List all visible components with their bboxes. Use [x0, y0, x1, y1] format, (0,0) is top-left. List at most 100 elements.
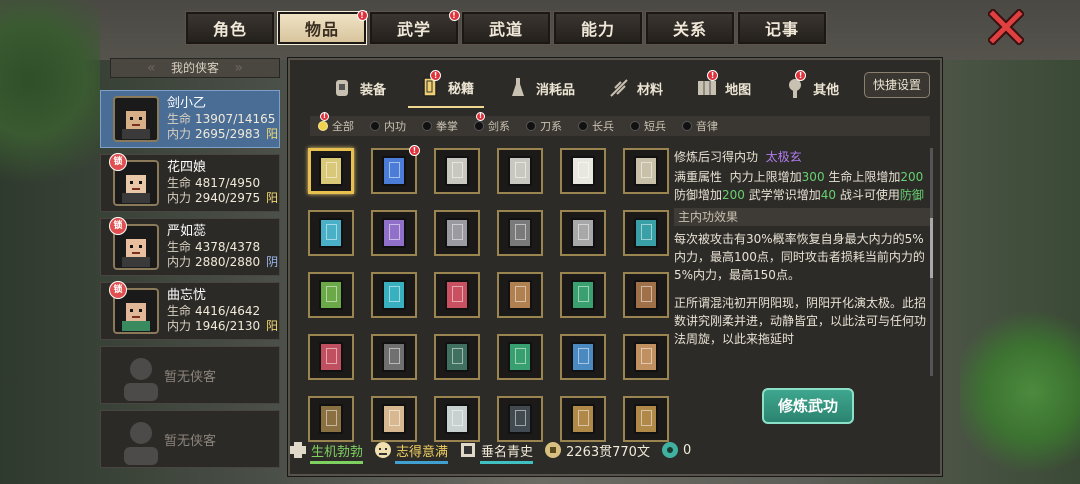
item-slot[interactable]	[560, 148, 606, 194]
category-tab-label: 地图	[725, 82, 752, 98]
filter-3[interactable]: 剑系!	[474, 112, 510, 134]
hero-info: 严如蕊 生命 4378/4378 内力 2880/2880 阴	[167, 224, 278, 270]
attribute-part: 生命上限增加	[824, 170, 901, 184]
book-icon	[508, 280, 532, 310]
item-slot[interactable]	[308, 272, 354, 318]
item-slot[interactable]	[371, 334, 417, 380]
category-tab-label: 材料	[637, 82, 664, 98]
item-slot[interactable]	[434, 148, 480, 194]
hero-card[interactable]: 锁 曲忘忧 生命 4416/4642 内力 1946/2130 阳	[100, 281, 280, 340]
top-tab-6[interactable]: 记事	[737, 11, 827, 45]
close-button[interactable]	[986, 8, 1026, 46]
item-slot[interactable]	[434, 210, 480, 256]
book-icon	[634, 280, 658, 310]
top-tab-5[interactable]: 关系	[645, 11, 735, 45]
category-tab-5[interactable]: 其他!	[773, 68, 849, 108]
category-tab-label: 秘籍	[448, 81, 475, 97]
notification-badge: !	[476, 112, 485, 121]
item-slot[interactable]: !	[371, 145, 420, 194]
mp-line: 内力 2880/2880 阴	[167, 255, 278, 270]
top-tab-0[interactable]: 角色	[185, 11, 275, 45]
detail-scrollbar[interactable]	[930, 148, 933, 376]
item-slot[interactable]	[434, 272, 480, 318]
hp-label: 生命	[167, 176, 192, 190]
item-slot[interactable]	[497, 334, 543, 380]
item-slot[interactable]	[497, 210, 543, 256]
book-icon	[319, 342, 343, 372]
yin-yang-attr: 阳	[266, 127, 279, 141]
book-icon	[634, 156, 658, 186]
attribute-line: 满重属性 内力上限增加300 生命上限增加200 防御增加200 武学常识增加4…	[674, 168, 930, 204]
filter-6[interactable]: 短兵	[630, 118, 666, 134]
top-tab-bar: 角色 物品! 武学! 武道 能力 关系 记事	[185, 10, 827, 45]
item-slot[interactable]	[560, 210, 606, 256]
filter-4[interactable]: 刀系	[526, 118, 562, 134]
hero-card[interactable]: 锁 严如蕊 生命 4378/4378 内力 2880/2880 阴	[100, 217, 280, 276]
item-slot[interactable]	[497, 272, 543, 318]
mp-label: 内力	[167, 127, 192, 141]
coin-icon	[545, 442, 562, 458]
hero-name: 曲忘忧	[167, 288, 207, 303]
filter-1[interactable]: 内功	[370, 118, 406, 134]
item-slot[interactable]	[371, 210, 417, 256]
attr-label: 满重属性	[674, 170, 723, 184]
empty-hero-slot[interactable]: 暂无侠客	[100, 410, 280, 468]
quick-settings-button[interactable]: 快捷设置	[864, 72, 930, 98]
book-icon	[445, 404, 469, 434]
top-tab-label: 关系	[672, 20, 707, 39]
effect-section-title: 主内功效果	[674, 208, 930, 226]
hp-label: 生命	[167, 304, 192, 318]
filter-5[interactable]: 长兵	[578, 118, 614, 134]
notification-badge: !	[320, 112, 329, 121]
item-slot[interactable]	[371, 272, 417, 318]
category-tab-bar: 装备 秘籍! 消耗品 材料 地图! 其他!	[320, 68, 861, 108]
top-tab-3[interactable]: 武道	[461, 11, 551, 45]
item-slot[interactable]	[623, 210, 669, 256]
book-icon	[571, 404, 595, 434]
status-meter	[480, 461, 534, 464]
radio-indicator	[474, 121, 484, 131]
filter-bar: 全部! 内功 拳掌 剑系! 刀系 长兵 短兵 音律	[310, 112, 930, 136]
notification-badge: !	[795, 70, 807, 81]
item-slot[interactable]	[308, 148, 354, 194]
category-tab-2[interactable]: 消耗品	[496, 68, 585, 108]
hp-line: 生命 4378/4378	[167, 240, 278, 255]
item-slot[interactable]	[623, 272, 669, 318]
book-icon	[382, 156, 406, 186]
status-item: 2263贯770文	[543, 440, 650, 460]
hero-card[interactable]: 锁 花四娘 生命 4817/4950 内力 2940/2975 阳	[100, 153, 280, 212]
hero-card[interactable]: 剑小乙 生命 13907/14165 内力 2695/2983 阳	[100, 90, 280, 148]
jade-icon	[661, 442, 678, 458]
item-slot[interactable]	[497, 148, 543, 194]
hp-value: 13907/14165	[195, 112, 276, 126]
attribute-part: 防御	[899, 188, 924, 202]
book-icon	[319, 218, 343, 248]
item-slot[interactable]	[623, 148, 669, 194]
item-slot[interactable]	[308, 334, 354, 380]
notification-badge: !	[449, 10, 460, 21]
filter-0[interactable]: 全部!	[318, 112, 354, 134]
train-skill-button[interactable]: 修炼武功	[762, 388, 854, 424]
item-slot[interactable]	[308, 210, 354, 256]
top-tab-2[interactable]: 武学!	[369, 10, 460, 45]
category-tab-3[interactable]: 材料	[597, 68, 673, 108]
item-slot[interactable]	[560, 272, 606, 318]
item-slot[interactable]	[434, 334, 480, 380]
category-tab-1[interactable]: 秘籍!	[408, 68, 485, 108]
book-icon	[319, 280, 343, 310]
filter-2[interactable]: 拳掌	[422, 118, 458, 134]
mp-value: 2940/2975	[195, 191, 261, 205]
status-item: 生机勃勃	[288, 440, 364, 464]
filter-7[interactable]: 音律	[682, 118, 718, 134]
item-slot[interactable]	[560, 334, 606, 380]
top-tab-4[interactable]: 能力	[553, 11, 643, 45]
top-tab-1[interactable]: 物品!	[277, 10, 368, 45]
category-tab-4[interactable]: 地图!	[685, 68, 761, 108]
empty-hero-slot[interactable]: 暂无侠客	[100, 346, 280, 404]
status-meter	[310, 461, 364, 464]
category-tab-0[interactable]: 装备	[320, 68, 396, 108]
hero-info: 曲忘忧 生命 4416/4642 内力 1946/2130 阳	[167, 288, 278, 334]
top-tab-label: 记事	[764, 20, 799, 39]
mp-value: 2695/2983	[195, 127, 261, 141]
item-slot[interactable]	[623, 334, 669, 380]
